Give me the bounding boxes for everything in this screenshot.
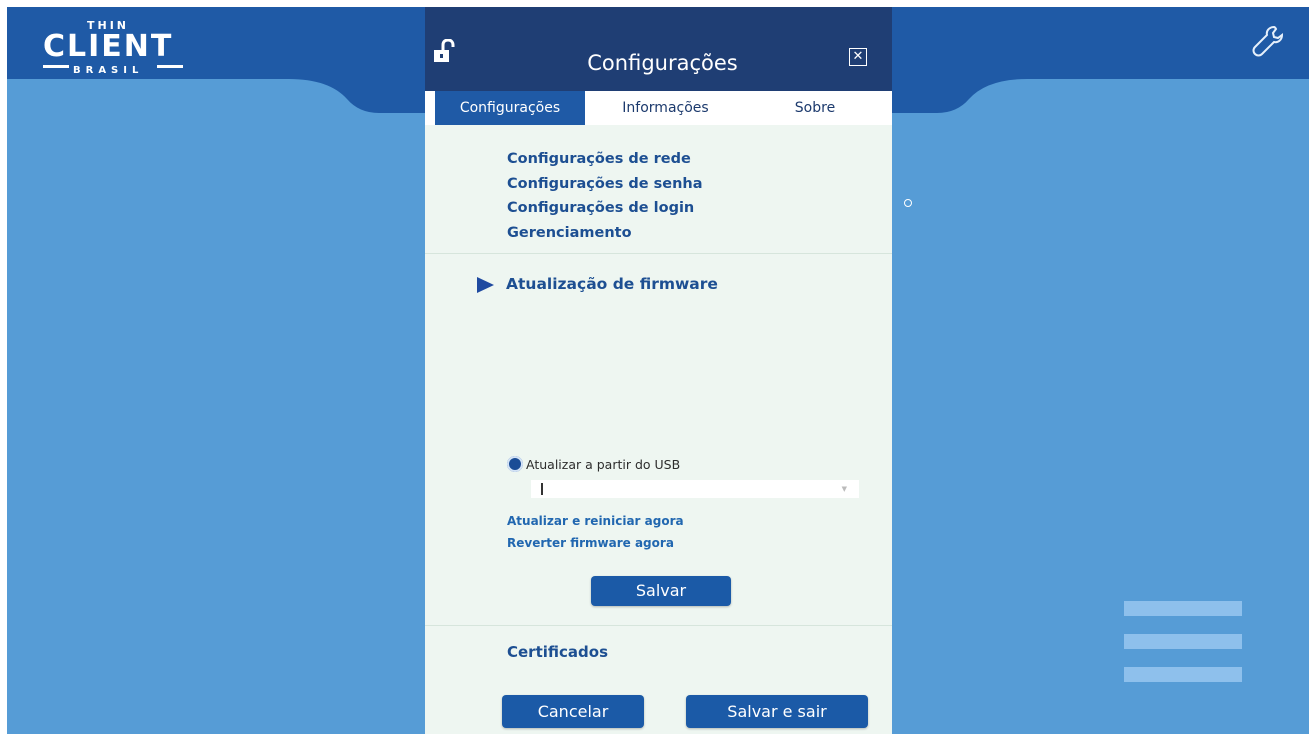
divider	[425, 253, 892, 254]
dialog-header: Configurações ✕	[425, 7, 892, 91]
wrench-icon[interactable]	[1250, 24, 1284, 58]
indicator-dot	[904, 199, 912, 207]
settings-dialog: Configurações ✕ Configurações Informaçõe…	[425, 7, 892, 734]
logo-line2: CLIENT	[43, 29, 174, 64]
thin-client-logo: THIN CLIENT BRASIL	[43, 17, 183, 77]
update-restart-link[interactable]: Atualizar e reiniciar agora	[507, 514, 684, 528]
save-button[interactable]: Salvar	[591, 576, 731, 606]
menu-item-certificates[interactable]: Certificados	[507, 643, 608, 661]
menu-item-management[interactable]: Gerenciamento	[507, 221, 703, 246]
expand-arrow-icon[interactable]	[477, 277, 494, 293]
cancel-button[interactable]: Cancelar	[502, 695, 644, 728]
text-cursor	[541, 483, 543, 495]
menu-item-network[interactable]: Configurações de rede	[507, 147, 703, 172]
firmware-file-select[interactable]: ▼	[531, 480, 859, 498]
revert-firmware-link[interactable]: Reverter firmware agora	[507, 536, 674, 550]
menu-item-login[interactable]: Configurações de login	[507, 196, 703, 221]
desktop-background: THIN CLIENT BRASIL Configurações ✕ Confi…	[7, 7, 1309, 734]
tab-informacoes[interactable]: Informações	[603, 91, 728, 125]
tab-configuracoes[interactable]: Configurações	[435, 91, 585, 125]
close-icon[interactable]: ✕	[849, 48, 867, 66]
divider	[425, 625, 892, 626]
usb-update-label: Atualizar a partir do USB	[526, 457, 681, 472]
tab-bar: Configurações Informações Sobre	[425, 91, 892, 125]
tab-sobre[interactable]: Sobre	[780, 91, 850, 125]
hamburger-menu-icon[interactable]	[1124, 601, 1242, 691]
menu-item-password[interactable]: Configurações de senha	[507, 172, 703, 197]
menu-item-firmware-update[interactable]: Atualização de firmware	[506, 275, 718, 293]
save-and-exit-button[interactable]: Salvar e sair	[686, 695, 868, 728]
settings-menu: Configurações de rede Configurações de s…	[507, 147, 703, 245]
usb-update-radio[interactable]	[507, 456, 523, 472]
dialog-title: Configurações	[587, 51, 738, 75]
chevron-down-icon: ▼	[841, 485, 847, 493]
logo-line3: BRASIL	[73, 65, 144, 76]
